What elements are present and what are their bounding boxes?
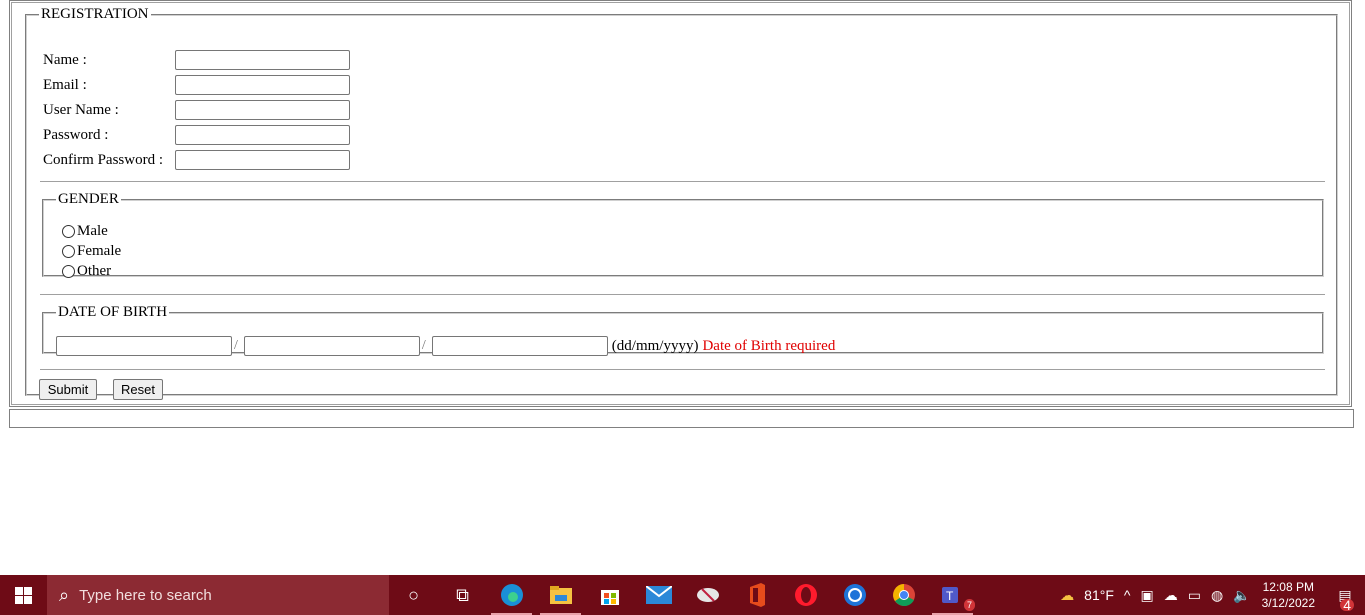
separator xyxy=(40,181,1325,182)
gender-label-female: Female xyxy=(77,242,122,259)
dob-row: / / (dd/mm/yyyy) Date of Birth required xyxy=(56,335,835,357)
username-input[interactable] xyxy=(175,100,350,120)
store-logo xyxy=(600,590,619,605)
notification-badge: 4 xyxy=(1340,598,1354,612)
email-input[interactable] xyxy=(175,75,350,95)
system-tray: ☁ 81°F ^ ▣ ☁ ▭ ◍ 🔈 12:08 PM 3/12/2022 ▤ … xyxy=(1055,575,1365,615)
dob-fieldset: DATE OF BIRTH / / (dd/mm/yyyy) Date of B… xyxy=(42,304,1324,357)
confirm-password-input[interactable] xyxy=(175,150,350,170)
snip-logo xyxy=(696,588,719,602)
second-table xyxy=(9,409,1354,428)
clock-time: 12:08 PM xyxy=(1262,580,1314,594)
folder-logo xyxy=(549,586,572,604)
separator xyxy=(40,294,1325,295)
radio-male[interactable] xyxy=(62,224,75,238)
volume-icon[interactable]: 🔈 xyxy=(1233,587,1250,604)
svg-text:T: T xyxy=(946,589,954,603)
chrome-logo xyxy=(892,584,915,606)
dob-day-input[interactable] xyxy=(56,336,232,356)
weather-temp[interactable]: 81°F xyxy=(1084,587,1114,603)
windows-logo-icon xyxy=(15,586,32,604)
gender-option-other[interactable]: Other xyxy=(62,261,111,281)
password-label: Password : xyxy=(43,126,109,143)
radio-other[interactable] xyxy=(62,264,75,278)
task-view-icon[interactable]: ⧉ xyxy=(438,575,487,615)
meet-now-icon[interactable]: ▣ xyxy=(1140,587,1153,604)
office-logo xyxy=(749,583,765,607)
username-row: User Name : xyxy=(43,99,350,121)
gender-option-female[interactable]: Female xyxy=(62,241,121,261)
gender-fieldset: GENDER Male Female Other xyxy=(42,191,1324,279)
submit-button[interactable]: Submit xyxy=(39,379,97,400)
password-row: Password : xyxy=(43,124,350,146)
teams-logo: T xyxy=(941,587,958,603)
dob-error-message: Date of Birth required xyxy=(702,337,836,354)
name-input[interactable] xyxy=(175,50,350,70)
dob-separator: / xyxy=(421,338,426,353)
dob-year-input[interactable] xyxy=(431,336,608,356)
registration-fieldset: REGISTRATION Name : Email : User Name : … xyxy=(25,6,1338,400)
name-row: Name : xyxy=(43,49,350,71)
email-row: Email : xyxy=(43,74,350,96)
taskbar-search[interactable]: ⌕ Type here to search xyxy=(47,575,389,615)
email-label: Email : xyxy=(43,76,87,93)
registration-legend: REGISTRATION xyxy=(41,6,149,22)
search-icon: ⌕ xyxy=(59,584,70,605)
clock-date: 3/12/2022 xyxy=(1261,596,1315,610)
weather-icon[interactable]: ☁ xyxy=(1060,587,1074,604)
dob-month-input[interactable] xyxy=(243,336,420,356)
reset-button[interactable]: Reset xyxy=(113,379,163,400)
confirm-password-label: Confirm Password : xyxy=(43,151,163,168)
gender-legend: GENDER xyxy=(58,191,119,207)
network-warning-icon[interactable]: ☁ xyxy=(1164,587,1178,604)
cortana-icon[interactable]: ○ xyxy=(389,575,438,615)
opera-logo xyxy=(794,584,817,606)
edge-logo xyxy=(500,584,523,606)
teams-badge: 7 xyxy=(963,599,975,611)
start-button[interactable] xyxy=(0,575,47,615)
gender-label-other: Other xyxy=(77,262,112,279)
separator xyxy=(40,369,1325,370)
gender-option-male[interactable]: Male xyxy=(62,221,108,241)
radio-female[interactable] xyxy=(62,244,75,258)
dob-separator: / xyxy=(234,338,238,353)
edge-icon[interactable] xyxy=(487,575,536,615)
password-input[interactable] xyxy=(175,125,350,145)
confirm-password-row: Confirm Password : xyxy=(43,149,350,171)
store-icon[interactable] xyxy=(585,575,634,615)
dob-format-hint: (dd/mm/yyyy) xyxy=(611,337,699,354)
globe-icon[interactable]: ◍ xyxy=(1211,587,1223,604)
file-explorer-icon[interactable] xyxy=(536,575,585,615)
mail-logo xyxy=(645,586,672,604)
teams-icon[interactable]: T 7 xyxy=(928,575,977,615)
battery-icon[interactable]: ▭ xyxy=(1188,587,1201,604)
dob-legend: DATE OF BIRTH xyxy=(58,304,168,320)
notification-icon[interactable]: ▤ 4 xyxy=(1325,575,1365,615)
chrome-icon[interactable] xyxy=(879,575,928,615)
username-label: User Name : xyxy=(43,101,119,118)
video-editor-icon[interactable] xyxy=(830,575,879,615)
taskbar: ⌕ Type here to search ○ ⧉ T 7 ☁ 81°F ^ ▣… xyxy=(0,575,1365,615)
office-icon[interactable] xyxy=(732,575,781,615)
snip-icon[interactable] xyxy=(683,575,732,615)
name-label: Name : xyxy=(43,51,87,68)
gender-label-male: Male xyxy=(77,222,108,239)
search-placeholder: Type here to search xyxy=(79,586,212,604)
video-editor-logo xyxy=(843,584,866,606)
opera-icon[interactable] xyxy=(781,575,830,615)
chevron-up-icon[interactable]: ^ xyxy=(1124,587,1131,603)
mail-icon[interactable] xyxy=(634,575,683,615)
clock[interactable]: 12:08 PM 3/12/2022 xyxy=(1262,579,1315,611)
